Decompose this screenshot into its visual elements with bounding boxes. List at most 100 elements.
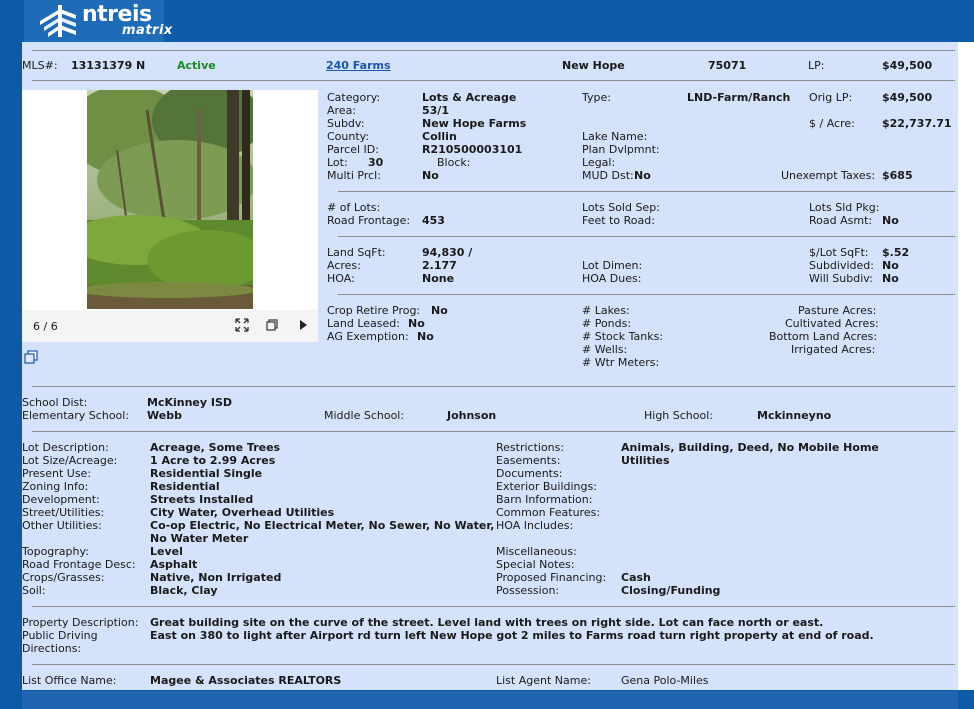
mls-label: MLS#: [22, 59, 58, 72]
category-value: Lots & Acreage [422, 91, 517, 104]
other-utilities-value: Co-op Electric, No Electrical Meter, No … [150, 519, 495, 532]
hoa-label: HOA: [327, 272, 355, 285]
taxes-value: $685 [882, 169, 913, 182]
lots-sold-sep-label: Lots Sold Sep: [582, 201, 660, 214]
lots-sld-pkg-label: Lots Sld Pkg: [809, 201, 880, 214]
photo-nav: 6 / 6 [22, 310, 318, 342]
parcel-value: R210500003101 [422, 143, 523, 156]
hoa-dues-label: HOA Dues: [582, 272, 642, 285]
subdivided-label: Subdivided: [809, 259, 874, 272]
list-agent-label: List Agent Name: [496, 674, 591, 687]
orig-lp-label: Orig LP: [809, 91, 853, 104]
middle-school-value: Johnson [447, 409, 497, 422]
street-utilities-label: Street/Utilities: [22, 506, 105, 519]
county-label: County: [327, 130, 370, 143]
type-value: LND-Farm/Ranch [687, 91, 791, 104]
easements-value: Utilities [621, 454, 670, 467]
road-frontage-label: Road Frontage: [327, 214, 411, 227]
acres-label: Acres: [327, 259, 361, 272]
wtr-meters-label: # Wtr Meters: [582, 356, 660, 369]
restrictions-label: Restrictions: [496, 441, 565, 454]
driving-directions-label: Public Driving [22, 629, 98, 642]
soil-label: Soil: [22, 584, 46, 597]
road-asmt-label: Road Asmt: [809, 214, 873, 227]
proposed-financing-value: Cash [621, 571, 651, 584]
will-subdiv-label: Will Subdiv: [809, 272, 873, 285]
lot-dimen-label: Lot Dimen: [582, 259, 643, 272]
gallery-icon[interactable] [266, 319, 278, 331]
lot-size-value: 1 Acre to 2.99 Acres [150, 454, 276, 467]
acres-value: 2.177 [422, 259, 457, 272]
hoa-includes-label: HOA Includes: [496, 519, 574, 532]
zoning-value: Residential [150, 480, 220, 493]
driving-directions-value: East on 380 to light after Airport rd tu… [150, 629, 874, 642]
development-label: Development: [22, 493, 100, 506]
wells-label: # Wells: [582, 343, 628, 356]
top-header: ntreis matrix [0, 0, 974, 42]
address-link[interactable]: 240 Farms [326, 59, 391, 72]
lot-description-value: Acreage, Some Trees [150, 441, 281, 454]
orig-lp-value: $49,500 [882, 91, 933, 104]
legal-label: Legal: [582, 156, 616, 169]
elementary-label: Elementary School: [22, 409, 130, 422]
zip-value: 75071 [708, 59, 747, 72]
mud-value: No [634, 169, 651, 182]
parcel-label: Parcel ID: [327, 143, 379, 156]
other-utilities-value-cont: No Water Meter [150, 532, 249, 545]
possession-label: Possession: [496, 584, 560, 597]
subdv-value: New Hope Farms [422, 117, 527, 130]
irrigated-acres-label: Irrigated Acres: [791, 343, 876, 356]
easements-label: Easements: [496, 454, 561, 467]
road-frontage-desc-value: Asphalt [150, 558, 198, 571]
barn-information-label: Barn Information: [496, 493, 593, 506]
divider [32, 606, 955, 607]
property-description-value: Great building site on the curve of the … [150, 616, 824, 629]
divider [338, 236, 955, 237]
miscellaneous-label: Miscellaneous: [496, 545, 577, 558]
divider [32, 50, 955, 51]
zoning-label: Zoning Info: [22, 480, 89, 493]
high-school-label: High School: [644, 409, 714, 422]
development-value: Streets Installed [150, 493, 254, 506]
divider [32, 386, 955, 387]
lp-value: $49,500 [882, 59, 933, 72]
street-utilities-value: City Water, Overhead Utilities [150, 506, 335, 519]
num-lots-label: # of Lots: [327, 201, 381, 214]
category-label: Category: [327, 91, 381, 104]
brand-logo[interactable]: ntreis matrix [24, 0, 172, 42]
list-agent-value: Gena Polo-Miles [621, 674, 709, 687]
lakes-label: # Lakes: [582, 304, 630, 317]
subdv-label: Subdv: [327, 117, 365, 130]
property-photo[interactable] [87, 90, 253, 309]
proposed-financing-label: Proposed Financing: [496, 571, 607, 584]
copy-icon[interactable] [24, 350, 38, 364]
school-dist-value: McKinney ISD [147, 396, 233, 409]
play-icon[interactable] [298, 319, 308, 331]
lot-sqft-price-value: $.52 [882, 246, 910, 259]
divider [338, 191, 955, 192]
plan-dvlpmnt-label: Plan Dvlpmnt: [582, 143, 660, 156]
topography-label: Topography: [22, 545, 89, 558]
per-acre-label: $ / Acre: [809, 117, 855, 130]
city-value: New Hope [562, 59, 625, 72]
mud-label: MUD Dst: [582, 169, 634, 182]
divider [32, 431, 955, 432]
lp-label: LP: [808, 59, 825, 72]
special-notes-label: Special Notes: [496, 558, 575, 571]
road-asmt-value: No [882, 214, 899, 227]
restrictions-value: Animals, Building, Deed, No Mobile Home [621, 441, 879, 454]
road-frontage-value: 453 [422, 214, 445, 227]
divider [32, 80, 955, 81]
high-school-value: Mckinneyno [757, 409, 832, 422]
will-subdiv-value: No [882, 272, 899, 285]
status-badge: Active [177, 59, 216, 72]
land-sqft-label: Land SqFt: [327, 246, 386, 259]
elementary-value: Webb [147, 409, 182, 422]
land-leased-value: No [408, 317, 425, 330]
area-label: Area: [327, 104, 357, 117]
hoa-value: None [422, 272, 455, 285]
land-sqft-value: 94,830 / [422, 246, 473, 259]
bottom-land-acres-label: Bottom Land Acres: [769, 330, 878, 343]
expand-icon[interactable] [235, 318, 249, 332]
list-office-value: Magee & Associates REALTORS [150, 674, 342, 687]
